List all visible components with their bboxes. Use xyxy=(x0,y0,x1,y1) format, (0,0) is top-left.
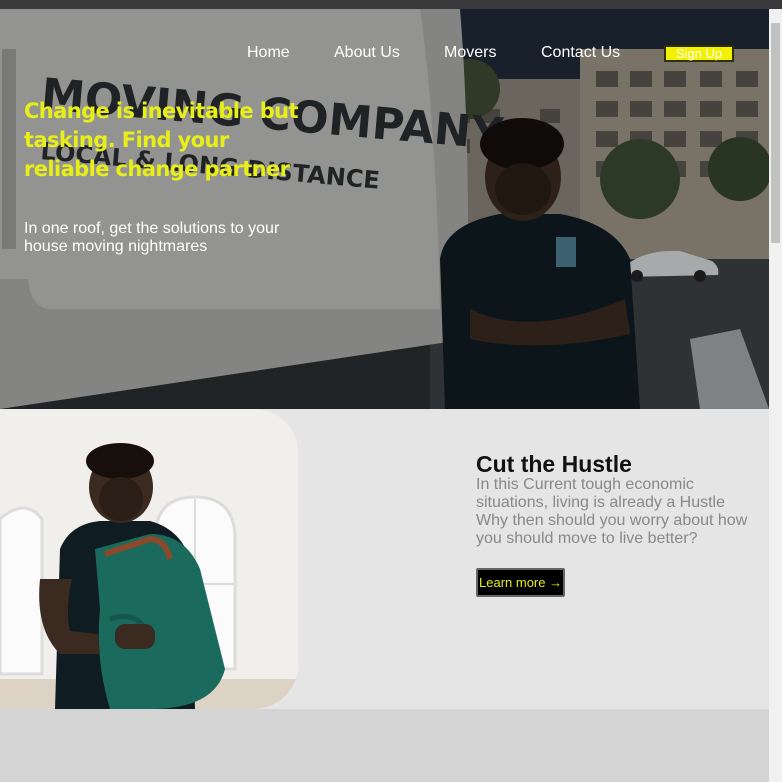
lower-section xyxy=(0,709,769,782)
learn-more-button[interactable]: Learn more → xyxy=(476,568,565,597)
sign-up-button[interactable]: Sign Up xyxy=(664,45,734,62)
feature-title: Cut the Hustle xyxy=(476,451,632,477)
browser-top-strip xyxy=(0,0,782,9)
nav-link-contact-us[interactable]: Contact Us xyxy=(541,43,620,63)
hero-headline: Change is inevitable but tasking. Find y… xyxy=(24,99,299,181)
page: MOVING COMPANY LOCAL & LONG DISTANCE Hom… xyxy=(0,9,769,782)
scrollbar-thumb[interactable] xyxy=(771,23,780,243)
nav-link-movers[interactable]: Movers xyxy=(444,43,496,63)
nav-link-home[interactable]: Home xyxy=(247,43,290,63)
feature-section: Cut the Hustle In this Current tough eco… xyxy=(0,409,769,709)
mover-carrying-chair-image xyxy=(0,409,298,709)
nav-link-about-us[interactable]: About Us xyxy=(334,43,400,63)
feature-body: In this Current tough economic situation… xyxy=(476,476,748,547)
main-nav: Home About Us Movers Contact Us xyxy=(0,43,769,65)
hero-subtext: In one roof, get the solutions to your h… xyxy=(24,220,280,255)
hero-section: MOVING COMPANY LOCAL & LONG DISTANCE Hom… xyxy=(0,9,769,409)
hero-overlay xyxy=(0,9,769,409)
page-scrollbar[interactable] xyxy=(769,9,782,782)
